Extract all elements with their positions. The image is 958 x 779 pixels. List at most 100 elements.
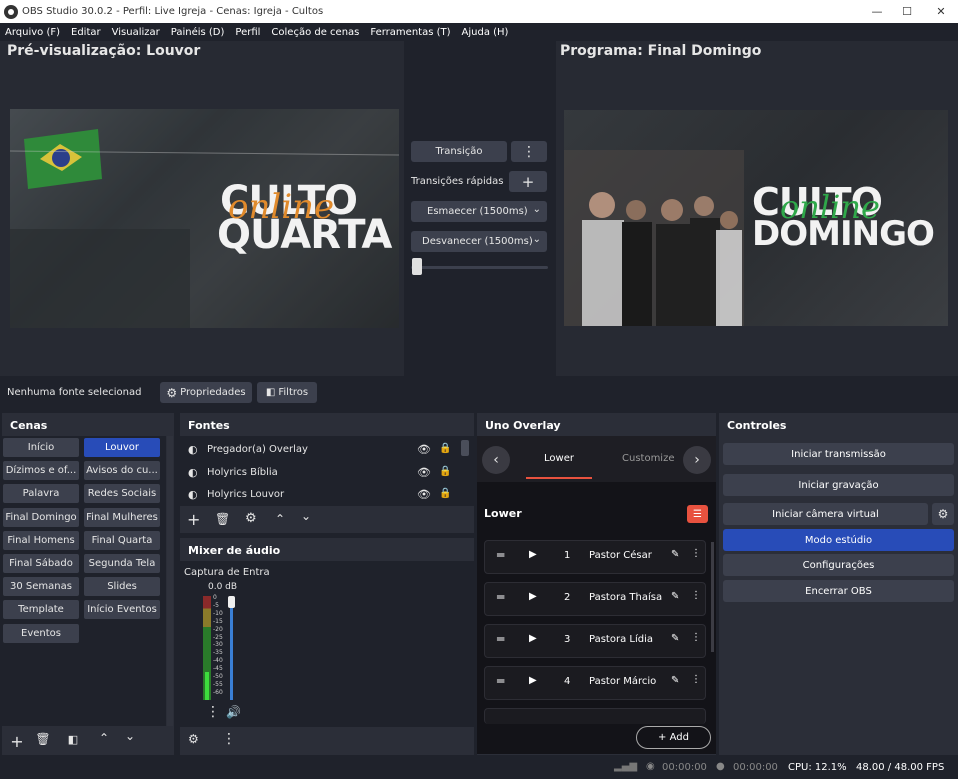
scene-item[interactable]: Template bbox=[3, 600, 79, 620]
play-icon[interactable]: ▶ bbox=[529, 633, 537, 644]
scene-item[interactable]: Eventos bbox=[3, 623, 79, 643]
scene-item[interactable]: Final Domingo bbox=[3, 507, 79, 527]
start-virtual-camera-button[interactable]: Iniciar câmera virtual bbox=[723, 503, 928, 525]
drag-handle-icon[interactable]: ═ bbox=[497, 632, 504, 646]
play-icon[interactable]: ▶ bbox=[529, 591, 537, 602]
settings-button[interactable]: Configurações bbox=[723, 554, 954, 576]
lock-icon[interactable]: 🔒 bbox=[439, 466, 451, 477]
move-up-icon[interactable]: ⌃ bbox=[95, 731, 113, 745]
scenes-scrollbar[interactable] bbox=[167, 436, 173, 726]
move-down-icon[interactable]: ⌄ bbox=[121, 729, 139, 743]
vu-meter-level bbox=[205, 672, 209, 700]
uno-tab-lower[interactable]: Lower bbox=[544, 453, 574, 464]
menu-colecao-cenas[interactable]: Coleção de cenas bbox=[271, 27, 359, 38]
play-icon[interactable]: ▶ bbox=[529, 675, 537, 686]
maximize-button[interactable]: ☐ bbox=[890, 0, 924, 23]
source-item[interactable]: ◐ Holyrics Bíblia 👁 🔒 bbox=[186, 466, 456, 482]
scene-item[interactable]: Segunda Tela bbox=[84, 554, 160, 573]
scene-item[interactable]: Slides bbox=[84, 577, 160, 597]
source-item[interactable]: ◐ Pregador(a) Overlay 👁 🔒 bbox=[186, 443, 456, 459]
advanced-audio-icon[interactable]: ⚙ bbox=[188, 732, 199, 746]
scene-item[interactable]: Louvor bbox=[84, 438, 160, 457]
add-quick-transition-button[interactable]: + bbox=[509, 171, 547, 192]
sources-scrollbar[interactable] bbox=[461, 440, 469, 456]
speaker-icon[interactable]: 🔊 bbox=[226, 705, 241, 719]
uno-lower-item[interactable]: ═ ▶ 2 Pastora Thaísa ✎ ⋮ bbox=[484, 582, 706, 616]
add-source-button[interactable]: + bbox=[187, 510, 200, 529]
more-vertical-icon[interactable]: ⋮ bbox=[691, 632, 701, 643]
source-item[interactable]: ◐ Holyrics Louvor 👁 🔒 bbox=[186, 488, 456, 504]
transition-more-button[interactable]: ⋮ bbox=[511, 141, 547, 162]
menu-editar[interactable]: Editar bbox=[71, 27, 101, 38]
scene-item[interactable]: Avisos do cu... bbox=[84, 461, 160, 481]
eye-icon[interactable]: 👁 bbox=[417, 466, 431, 479]
virtual-camera-settings-button[interactable]: ⚙ bbox=[932, 503, 954, 525]
start-recording-button[interactable]: Iniciar gravação bbox=[723, 474, 954, 496]
drag-handle-icon[interactable]: ═ bbox=[497, 590, 504, 604]
vu-scale-tick: -30 bbox=[213, 641, 223, 649]
minimize-button[interactable]: — bbox=[860, 0, 894, 23]
source-down-icon[interactable]: ⌄ bbox=[301, 509, 311, 523]
play-icon[interactable]: ▶ bbox=[529, 549, 537, 560]
mixer-channel-menu-icon[interactable]: ⋮ bbox=[206, 704, 220, 720]
remove-source-icon[interactable]: 🗑 bbox=[215, 512, 230, 526]
scene-item[interactable]: Final Homens bbox=[3, 530, 79, 550]
lock-icon[interactable]: 🔒 bbox=[439, 488, 451, 499]
uno-lower-item[interactable]: ═ ▶ 1 Pastor César ✎ ⋮ bbox=[484, 540, 706, 574]
edit-icon[interactable]: ✎ bbox=[671, 675, 679, 686]
source-properties-icon[interactable]: ⚙ bbox=[245, 511, 257, 526]
start-streaming-button[interactable]: Iniciar transmissão bbox=[723, 443, 954, 465]
scene-item[interactable]: Dízimos e of... bbox=[3, 461, 79, 481]
eye-icon[interactable]: 👁 bbox=[417, 443, 431, 456]
uno-scrollbar[interactable] bbox=[711, 542, 714, 652]
more-vertical-icon[interactable]: ⋮ bbox=[691, 590, 701, 601]
preview-canvas[interactable]: CULTO QUARTA online bbox=[10, 109, 399, 328]
add-scene-button[interactable]: + bbox=[9, 732, 25, 751]
edit-icon[interactable]: ✎ bbox=[671, 549, 679, 560]
menu-paineis[interactable]: Painéis (D) bbox=[171, 27, 225, 38]
menu-perfil[interactable]: Perfil bbox=[235, 27, 260, 38]
drag-handle-icon[interactable]: ═ bbox=[497, 548, 504, 562]
exit-button[interactable]: Encerrar OBS bbox=[723, 580, 954, 602]
uno-prev-button[interactable]: ‹ bbox=[482, 446, 510, 474]
more-vertical-icon[interactable]: ⋮ bbox=[691, 674, 701, 685]
filters-button[interactable]: ◧ Filtros bbox=[257, 382, 317, 403]
scene-item[interactable]: Início Eventos bbox=[84, 600, 160, 620]
uno-list-view-button[interactable]: ☰ bbox=[687, 505, 708, 523]
uno-lower-item[interactable]: ═ ▶ 3 Pastora Lídia ✎ ⋮ bbox=[484, 624, 706, 658]
edit-icon[interactable]: ✎ bbox=[671, 633, 679, 644]
uno-tab-customize[interactable]: Customize bbox=[622, 453, 675, 464]
scene-item[interactable]: Final Quarta bbox=[84, 530, 160, 550]
program-canvas: CULTO DOMINGO online bbox=[564, 110, 948, 326]
scene-item[interactable]: Palavra bbox=[3, 484, 79, 504]
scene-filters-icon[interactable]: ◧ bbox=[65, 733, 81, 746]
menu-arquivo[interactable]: Arquivo (F) bbox=[5, 27, 60, 38]
menu-ferramentas[interactable]: Ferramentas (T) bbox=[370, 27, 450, 38]
lock-icon[interactable]: 🔒 bbox=[439, 443, 451, 454]
tbar-slider-handle[interactable] bbox=[412, 258, 422, 275]
edit-icon[interactable]: ✎ bbox=[671, 591, 679, 602]
drag-handle-icon[interactable]: ═ bbox=[497, 674, 504, 688]
mixer-menu-icon[interactable]: ⋮ bbox=[222, 731, 236, 747]
more-vertical-icon[interactable]: ⋮ bbox=[691, 548, 701, 559]
studio-mode-button[interactable]: Modo estúdio bbox=[723, 529, 954, 551]
quick-transition-dissolve[interactable]: Desvanecer (1500ms) ⌄ bbox=[411, 231, 547, 252]
source-up-icon[interactable]: ⌃ bbox=[275, 512, 285, 526]
scene-item[interactable]: Redes Sociais bbox=[84, 484, 160, 504]
scene-item[interactable]: 30 Semanas bbox=[3, 577, 79, 597]
volume-slider-handle[interactable] bbox=[228, 596, 235, 608]
close-button[interactable]: ✕ bbox=[924, 0, 958, 23]
scene-item[interactable]: Início bbox=[3, 438, 79, 457]
menu-ajuda[interactable]: Ajuda (H) bbox=[462, 27, 509, 38]
quick-transition-fade[interactable]: Esmaecer (1500ms) ⌄ bbox=[411, 201, 547, 222]
scene-item[interactable]: Final Mulheres bbox=[84, 507, 160, 527]
transition-button[interactable]: Transição bbox=[411, 141, 507, 162]
eye-icon[interactable]: 👁 bbox=[417, 488, 431, 501]
uno-next-button[interactable]: › bbox=[683, 446, 711, 474]
scene-item[interactable]: Final Sábado bbox=[3, 554, 79, 573]
remove-scene-icon[interactable]: 🗑 bbox=[35, 732, 51, 746]
uno-lower-item[interactable]: ═ ▶ 4 Pastor Márcio ✎ ⋮ bbox=[484, 666, 706, 700]
properties-button[interactable]: ⚙ Propriedades bbox=[160, 382, 252, 403]
menu-visualizar[interactable]: Visualizar bbox=[112, 27, 160, 38]
uno-add-button[interactable]: + Add bbox=[636, 726, 711, 749]
